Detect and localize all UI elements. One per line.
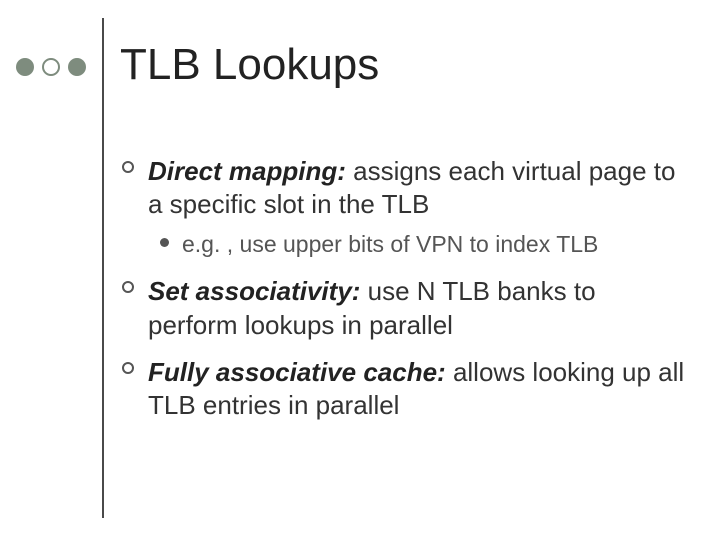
decorative-dots xyxy=(16,58,86,76)
circle-bullet-icon xyxy=(122,281,134,293)
circle-bullet-icon xyxy=(122,362,134,374)
slide: TLB Lookups Direct mapping: assigns each… xyxy=(0,0,720,540)
term: Direct mapping: xyxy=(148,156,346,186)
slide-content: Direct mapping: assigns each virtual pag… xyxy=(148,155,688,436)
term: Fully associative cache: xyxy=(148,357,446,387)
term: Set associativity: xyxy=(148,276,360,306)
sub-bullet-item: e.g. , use upper bits of VPN to index TL… xyxy=(182,230,688,260)
dot-icon xyxy=(68,58,86,76)
dot-icon xyxy=(16,58,34,76)
slide-title: TLB Lookups xyxy=(120,40,379,90)
sub-text: e.g. , use upper bits of VPN to index TL… xyxy=(182,231,598,257)
bullet-item: Direct mapping: assigns each virtual pag… xyxy=(148,155,688,259)
bullet-item: Fully associative cache: allows looking … xyxy=(148,356,688,423)
vertical-divider xyxy=(102,18,104,518)
dot-icon xyxy=(42,58,60,76)
circle-bullet-icon xyxy=(122,161,134,173)
disc-bullet-icon xyxy=(160,238,169,247)
bullet-item: Set associativity: use N TLB banks to pe… xyxy=(148,275,688,342)
